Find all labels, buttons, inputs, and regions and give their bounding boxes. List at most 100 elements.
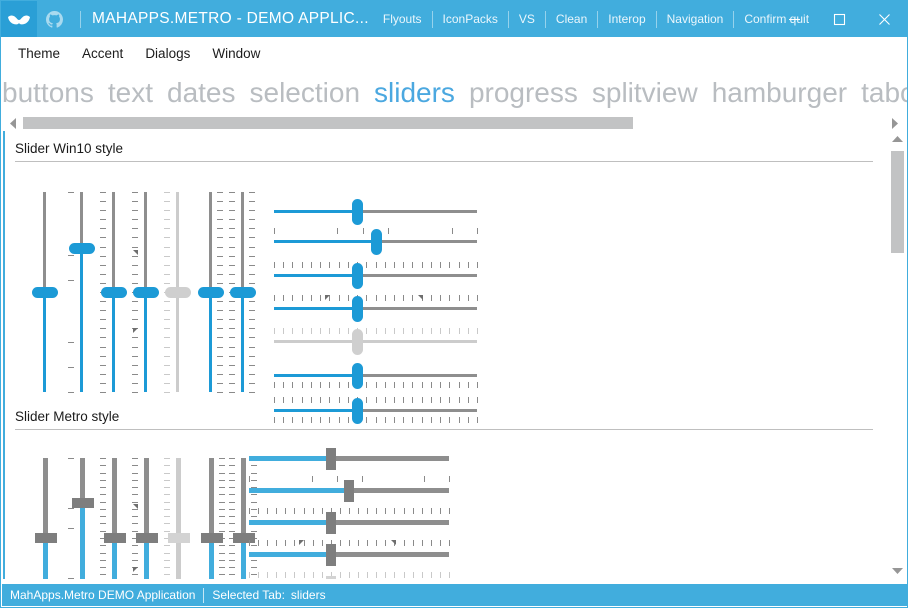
slider-thumb[interactable] <box>351 362 363 389</box>
title-command-iconpacks[interactable]: IconPacks <box>442 12 499 26</box>
tab-buttons[interactable]: buttons <box>2 73 94 113</box>
tick <box>164 310 170 311</box>
slider-thumb[interactable] <box>370 228 382 255</box>
tick <box>217 319 223 320</box>
horizontal-scrollbar[interactable] <box>3 115 907 131</box>
slider-thumb[interactable] <box>34 533 57 543</box>
tick <box>217 301 223 302</box>
title-command-flyouts[interactable]: Flyouts <box>382 12 423 26</box>
slider-thumb[interactable] <box>164 286 191 298</box>
tick <box>100 473 106 474</box>
tab-text[interactable]: text <box>108 73 153 113</box>
tab-sliders[interactable]: sliders <box>374 73 455 113</box>
tick <box>413 572 414 578</box>
maximize-button[interactable] <box>817 1 862 37</box>
tick <box>422 508 423 514</box>
menu-item-dialogs[interactable]: Dialogs <box>145 46 190 61</box>
menu-item-accent[interactable]: Accent <box>82 46 123 61</box>
hscroll-left-button[interactable] <box>5 115 22 131</box>
title-command-clean[interactable]: Clean <box>555 12 588 26</box>
slider-thumb[interactable] <box>351 295 363 322</box>
tick <box>132 192 138 193</box>
tick <box>449 540 450 546</box>
vscroll-thumb[interactable] <box>891 151 904 253</box>
tick <box>249 283 255 284</box>
tick <box>468 382 469 388</box>
app-logo[interactable] <box>1 1 37 37</box>
tab-hamburger[interactable]: hamburger <box>712 73 847 113</box>
tick <box>403 382 404 388</box>
slider-thumb[interactable] <box>326 575 336 579</box>
slider-thumb[interactable] <box>103 533 126 543</box>
tab-splitview[interactable]: splitview <box>592 73 698 113</box>
close-button[interactable] <box>862 1 907 37</box>
tab-progress[interactable]: progress <box>469 73 578 113</box>
hscroll-track[interactable] <box>23 117 885 129</box>
slider-thumb[interactable] <box>326 543 336 566</box>
slider-thumb[interactable] <box>229 286 256 298</box>
tick <box>100 374 106 375</box>
vertical-scrollbar[interactable] <box>889 131 906 579</box>
slider-thumb[interactable] <box>344 479 354 502</box>
slider-thumb[interactable] <box>351 198 363 225</box>
tick <box>349 540 350 546</box>
tick <box>132 392 138 393</box>
tick <box>229 283 235 284</box>
tab-selection[interactable]: selection <box>250 73 361 113</box>
tick <box>440 572 441 578</box>
slider-thumb[interactable] <box>351 328 363 355</box>
github-button[interactable] <box>37 1 71 37</box>
tick <box>459 262 460 268</box>
tick <box>329 382 330 388</box>
tab-tabcontrol[interactable]: tabcontrol <box>861 73 907 113</box>
tick <box>229 473 235 474</box>
tick <box>132 356 138 357</box>
hscroll-right-button[interactable] <box>886 115 903 131</box>
slider-thumb[interactable] <box>100 286 127 298</box>
tick <box>217 201 223 202</box>
tick <box>311 262 312 268</box>
tick <box>404 508 405 514</box>
menu-item-window[interactable]: Window <box>212 46 260 61</box>
hscroll-thumb[interactable] <box>23 117 633 129</box>
tick <box>249 310 255 311</box>
tick <box>274 382 275 388</box>
tick <box>164 553 170 554</box>
tick <box>132 310 138 311</box>
slider-thumb[interactable] <box>71 498 94 508</box>
tick <box>100 192 106 193</box>
slider-thumb[interactable] <box>167 533 190 543</box>
title-command-navigation[interactable]: Navigation <box>666 12 725 26</box>
menu-item-theme[interactable]: Theme <box>18 46 60 61</box>
tick <box>339 328 340 334</box>
slider-thumb[interactable] <box>68 242 95 254</box>
vscroll-up-button[interactable] <box>889 131 906 148</box>
vscroll-down-button[interactable] <box>889 562 906 579</box>
slider-thumb[interactable] <box>197 286 224 298</box>
tick-col <box>68 192 74 393</box>
triangle-down-icon <box>892 568 903 574</box>
tick <box>413 508 414 514</box>
tick <box>304 572 305 578</box>
tick <box>132 365 138 366</box>
tick <box>412 397 413 403</box>
title-command-vs[interactable]: VS <box>518 12 536 26</box>
slider-thumb[interactable] <box>135 533 158 543</box>
tick <box>440 508 441 514</box>
tab-dates[interactable]: dates <box>167 73 236 113</box>
slider-thumb[interactable] <box>326 511 336 534</box>
tick <box>100 256 106 257</box>
tick <box>366 328 367 334</box>
tick <box>449 328 450 334</box>
minimize-button[interactable] <box>772 1 817 37</box>
slider-thumb[interactable] <box>200 533 223 543</box>
slider-thumb[interactable] <box>31 286 58 298</box>
slider-thumb[interactable] <box>351 262 363 289</box>
tick <box>385 295 386 301</box>
title-command-interop[interactable]: Interop <box>607 12 646 26</box>
tick <box>217 365 223 366</box>
tick <box>340 508 341 514</box>
slider-thumb[interactable] <box>326 447 336 470</box>
slider-thumb[interactable] <box>132 286 159 298</box>
slider-fill <box>43 538 48 579</box>
